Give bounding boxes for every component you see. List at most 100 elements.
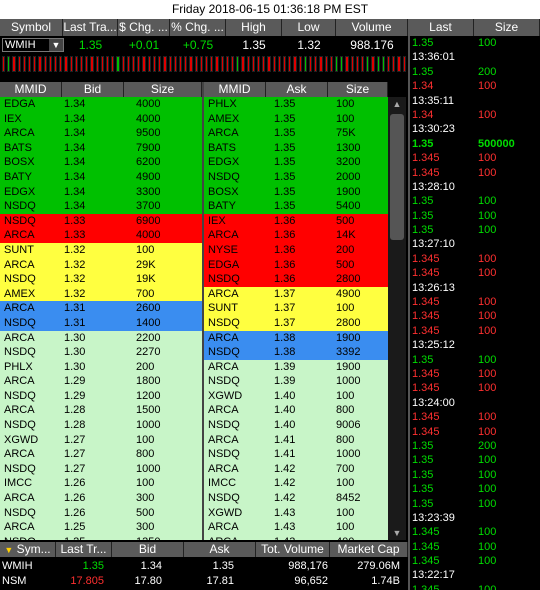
wl-last: 17.805 [70,575,104,587]
wl-header-ask[interactable]: Ask [184,542,256,557]
watchlist-row[interactable]: NSM 17.805 17.80 17.81 96,652 1.74B [0,574,408,589]
bid-row[interactable]: BATS 1.34 7900 [0,140,202,156]
header-volume[interactable]: Volume [336,19,408,36]
scroll-up-icon[interactable]: ▲ [388,97,406,111]
bid-row[interactable]: ARCA 1.33 4000 [0,228,202,243]
bid-row[interactable]: NSDQ 1.26 500 [0,505,202,521]
ask-book[interactable]: PHLX 1.35 100 AMEX 1.35 100 ARCA 1.35 75K BATS 1.3… [204,97,388,540]
ask-size: 8452 [336,492,361,505]
ask-row[interactable]: AMEX 1.35 100 [204,111,388,127]
ts-price: 1.345 [412,252,440,265]
bid-row[interactable]: PHLX 1.30 200 [0,359,202,375]
bid-price: 1.26 [64,492,86,505]
wl-header-bid[interactable]: Bid [112,542,184,557]
ask-row[interactable]: BOSX 1.35 1900 [204,184,388,200]
ask-row[interactable]: ARCA 1.43 100 [204,520,388,535]
ask-row[interactable]: ARCA 1.37 4900 [204,286,388,302]
ask-row[interactable]: IMCC 1.42 100 [204,476,388,492]
ts-header-size[interactable]: Size [474,19,540,36]
ask-price: 1.41 [274,448,296,461]
bid-size: 4000 [136,98,161,110]
ask-row[interactable]: PHLX 1.35 100 [204,97,388,112]
wl-header-market-cap[interactable]: Market Cap [330,542,408,557]
bid-row[interactable]: AMEX 1.32 700 [0,286,202,302]
tick-cell [288,56,292,72]
header-low[interactable]: Low [282,19,336,36]
watchlist-row[interactable]: WMIH 1.35 1.34 1.35 988,176 279.06M [0,559,408,574]
bid-row[interactable]: ARCA 1.29 1800 [0,374,202,389]
ask-row[interactable]: XGWD 1.40 100 [204,388,388,404]
bid-row[interactable]: ARCA 1.31 2600 [0,301,202,316]
ask-row[interactable]: ARCA 1.36 14K [204,228,388,243]
scrollbar-thumb[interactable] [390,114,404,240]
bid-row[interactable]: NSDQ 1.33 6900 [0,213,202,229]
bid-book[interactable]: EDGA 1.34 4000 IEX 1.34 4000 ARCA 1.34 9500 BATS 1… [0,97,202,540]
bid-row[interactable]: NSDQ 1.31 1400 [0,315,202,331]
ts-header-last[interactable]: Last [408,19,474,36]
bid-row[interactable]: ARCA 1.27 800 [0,447,202,462]
bid-row[interactable]: NSDQ 1.32 19K [0,272,202,287]
ask-row[interactable]: NSDQ 1.39 1000 [204,374,388,389]
bid-row[interactable]: NSDQ 1.30 2270 [0,345,202,360]
bid-row[interactable]: ARCA 1.32 29K [0,257,202,273]
bid-row[interactable]: IMCC 1.26 100 [0,476,202,492]
bid-row[interactable]: BOSX 1.34 6200 [0,155,202,170]
ask-row[interactable]: ARCA 1.38 1900 [204,330,388,346]
bid-row[interactable]: NSDQ 1.28 1000 [0,418,202,433]
ask-row[interactable]: NSDQ 1.35 2000 [204,169,388,185]
bid-row[interactable]: ARCA 1.26 300 [0,491,202,506]
ask-row[interactable]: EDGA 1.36 500 [204,257,388,273]
ask-row[interactable]: ARCA 1.42 700 [204,461,388,477]
wl-header-total-volume[interactable]: Tot. Volume [256,542,330,557]
ask-row[interactable]: SUNT 1.37 100 [204,301,388,316]
ask-row[interactable]: ARCA 1.41 800 [204,432,388,448]
ask-header-mmid[interactable]: MMID [204,82,266,97]
ask-header-ask[interactable]: Ask [266,82,328,97]
bid-row[interactable]: BATY 1.34 4900 [0,169,202,185]
ask-row[interactable]: ARCA 1.39 1900 [204,359,388,375]
bid-row[interactable]: NSDQ 1.29 1200 [0,388,202,404]
scroll-down-icon[interactable]: ▼ [388,526,406,540]
ask-row[interactable]: NSDQ 1.36 2800 [204,272,388,287]
ask-header-size[interactable]: Size [328,82,388,97]
bid-row[interactable]: SUNT 1.32 100 [0,242,202,258]
ask-mmid: BATS [208,141,236,154]
bid-row[interactable]: ARCA 1.30 2200 [0,330,202,346]
bid-header-size[interactable]: Size [124,82,202,97]
header-symbol[interactable]: Symbol [0,19,63,36]
bid-header-mmid[interactable]: MMID [0,82,62,97]
ts-trade: 1.345 100 [410,554,540,568]
ask-row[interactable]: IEX 1.36 500 [204,213,388,229]
header-percent-change[interactable]: % Chg. ... [170,19,226,36]
ask-row[interactable]: BATS 1.35 1300 [204,140,388,156]
wl-header-symbol[interactable]: ▼ Sym... [0,542,56,557]
bid-row[interactable]: NSDQ 1.34 3700 [0,199,202,214]
ask-row[interactable]: ARCA 1.40 800 [204,403,388,419]
bid-row[interactable]: IEX 1.34 4000 [0,111,202,127]
bid-row[interactable]: EDGA 1.34 4000 [0,97,202,112]
bid-header-bid[interactable]: Bid [62,82,124,97]
symbol-input[interactable]: WMIH ▼ [2,38,64,52]
bid-row[interactable]: EDGX 1.34 3300 [0,184,202,200]
wl-header-last[interactable]: Last Tr... [56,542,112,557]
ask-row[interactable]: NYSE 1.36 200 [204,242,388,258]
time-and-sales[interactable]: 1.35 100 13:36:01 1.35 200 1.34 100 13:35:11 1.3… [408,36,540,590]
ask-row[interactable]: EDGX 1.35 3200 [204,155,388,170]
header-dollar-change[interactable]: $ Chg. ... [118,19,170,36]
bid-row[interactable]: NSDQ 1.27 1000 [0,461,202,477]
bid-row[interactable]: XGWD 1.27 100 [0,432,202,448]
ask-row[interactable]: NSDQ 1.37 2800 [204,315,388,331]
ask-row[interactable]: NSDQ 1.38 3392 [204,345,388,360]
bid-row[interactable]: ARCA 1.25 300 [0,520,202,535]
ask-row[interactable]: NSDQ 1.42 8452 [204,491,388,506]
chevron-down-icon[interactable]: ▼ [49,39,63,51]
header-last-trade[interactable]: Last Tra... [63,19,118,36]
ask-row[interactable]: ARCA 1.35 75K [204,126,388,141]
ask-row[interactable]: XGWD 1.43 100 [204,505,388,521]
bid-row[interactable]: ARCA 1.28 1500 [0,403,202,419]
bid-row[interactable]: ARCA 1.34 9500 [0,126,202,141]
ask-row[interactable]: BATY 1.35 5400 [204,199,388,214]
ask-row[interactable]: NSDQ 1.41 1000 [204,447,388,462]
header-high[interactable]: High [226,19,282,36]
ask-row[interactable]: NSDQ 1.40 9006 [204,418,388,433]
